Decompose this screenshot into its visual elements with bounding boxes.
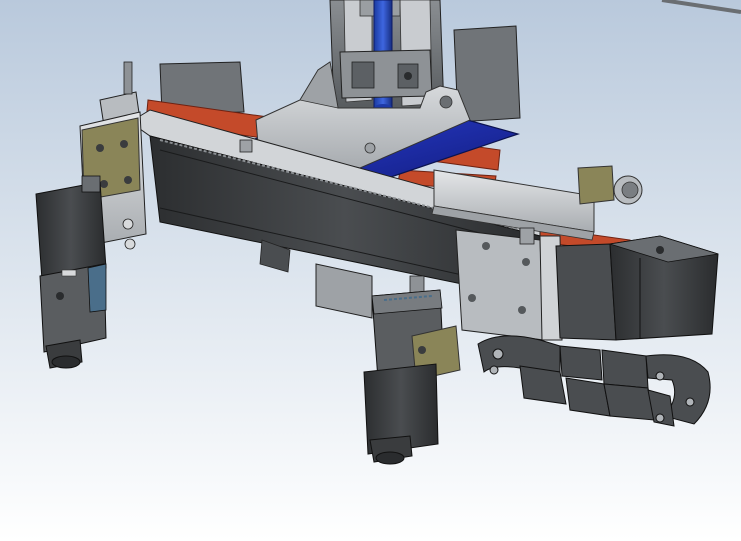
cable-drag-chain <box>477 335 711 427</box>
overhead-cable <box>661 0 741 14</box>
piston-block <box>339 49 433 99</box>
right-carriage-plate <box>455 229 563 341</box>
center-gripper <box>363 275 461 465</box>
left-gripper <box>35 61 147 369</box>
motor-housing <box>555 235 719 341</box>
cad-viewport[interactable] <box>0 0 741 541</box>
gantry-model-render <box>35 0 741 465</box>
